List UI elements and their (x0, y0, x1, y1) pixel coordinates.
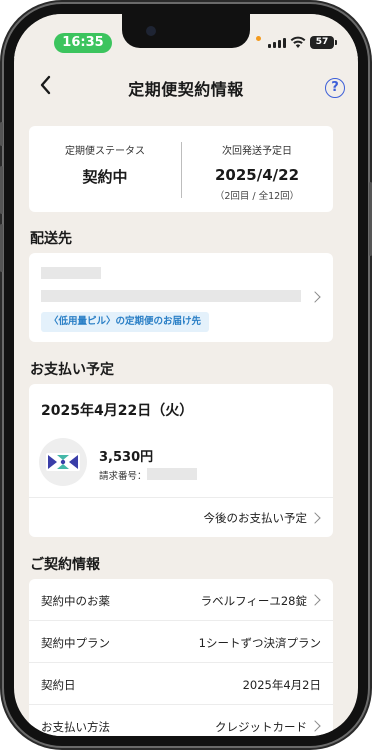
chevron-right-icon (309, 291, 321, 303)
contract-row-plan: 契約中プラン 1シートずつ決済プラン (29, 621, 333, 663)
chevron-right-icon (309, 512, 321, 524)
delivery-section-title: 配送先 (30, 231, 72, 247)
row-label: お支払い方法 (41, 720, 110, 734)
phone-frame: 16:35 57 定期便契約情報 ? 定期便ステータス 契約中 次回発送予定日 … (0, 4, 372, 746)
delivery-address-card[interactable]: 〈低用量ピル〉の定期便のお届け先 (29, 253, 333, 342)
chevron-right-icon (309, 594, 321, 606)
screen: 16:35 57 定期便契約情報 ? 定期便ステータス 契約中 次回発送予定日 … (14, 14, 358, 736)
page-title: 定期便契約情報 (128, 80, 244, 99)
volume-down-button (0, 224, 3, 272)
address-line-placeholder (41, 290, 301, 302)
status-column: 定期便ステータス 契約中 (29, 142, 181, 187)
contract-info-card: 契約中のお薬 ラベルフィーユ28錠 契約中プラン 1シートずつ決済プラン 契約日… (29, 579, 333, 736)
contract-row-date: 契約日 2025年4月2日 (29, 663, 333, 705)
nav-bar: 定期便契約情報 ? (14, 58, 358, 112)
bill-number-placeholder (147, 468, 197, 480)
row-label: 契約日 (41, 678, 76, 692)
volume-up-button (0, 166, 3, 214)
next-shipment-label: 次回発送予定日 (222, 146, 292, 157)
mic-indicator-dot (256, 36, 261, 41)
status-time: 16:35 (54, 33, 112, 53)
notch (122, 14, 250, 48)
status-bar: 16:35 57 (14, 14, 358, 58)
contract-section-title: ご契約情報 (30, 557, 100, 573)
next-shipment-date: 2025/4/22 (214, 166, 300, 184)
delivery-tag: 〈低用量ピル〉の定期便のお届け先 (41, 312, 210, 332)
status-label: 定期便ステータス (65, 146, 145, 157)
payment-schedule-card: 2025年4月22日（火） 3,530円 請求番号： 今後のお支払い予定 (29, 384, 333, 537)
row-value: 2025年4月2日 (242, 678, 321, 692)
payment-amount: 3,530円 (99, 450, 154, 465)
payment-date: 2025年4月22日（火） (41, 403, 194, 419)
status-value: 契約中 (82, 168, 128, 186)
cellular-signal-icon (268, 38, 286, 48)
mute-switch (0, 122, 3, 146)
row-label: 契約中のお薬 (41, 594, 110, 608)
payment-section-title: お支払い予定 (30, 362, 114, 378)
bill-number-label: 請求番号： (99, 471, 147, 482)
contract-row-payment-method[interactable]: お支払い方法 クレジットカード (29, 705, 333, 736)
battery-icon: 57 (310, 36, 337, 49)
row-value: ラベルフィーユ28錠 (200, 594, 307, 608)
pill-package-image (39, 438, 87, 486)
next-shipment-column: 次回発送予定日 2025/4/22 （2回目 / 全12回） (181, 142, 333, 202)
shipment-count: （2回目 / 全12回） (214, 191, 300, 202)
chevron-right-icon (309, 720, 321, 732)
address-name-placeholder (41, 267, 101, 279)
front-camera (146, 26, 156, 36)
future-payments-link[interactable]: 今後のお支払い予定 (204, 510, 308, 526)
divider (29, 497, 333, 498)
row-value: クレジットカード (215, 720, 307, 734)
help-icon[interactable]: ? (325, 78, 345, 98)
subscription-status-card: 定期便ステータス 契約中 次回発送予定日 2025/4/22 （2回目 / 全1… (29, 126, 333, 212)
row-label: 契約中プラン (41, 636, 110, 650)
wifi-icon (290, 36, 306, 48)
contract-row-medicine[interactable]: 契約中のお薬 ラベルフィーユ28錠 (29, 579, 333, 621)
row-value: 1シートずつ決済プラン (198, 636, 321, 650)
